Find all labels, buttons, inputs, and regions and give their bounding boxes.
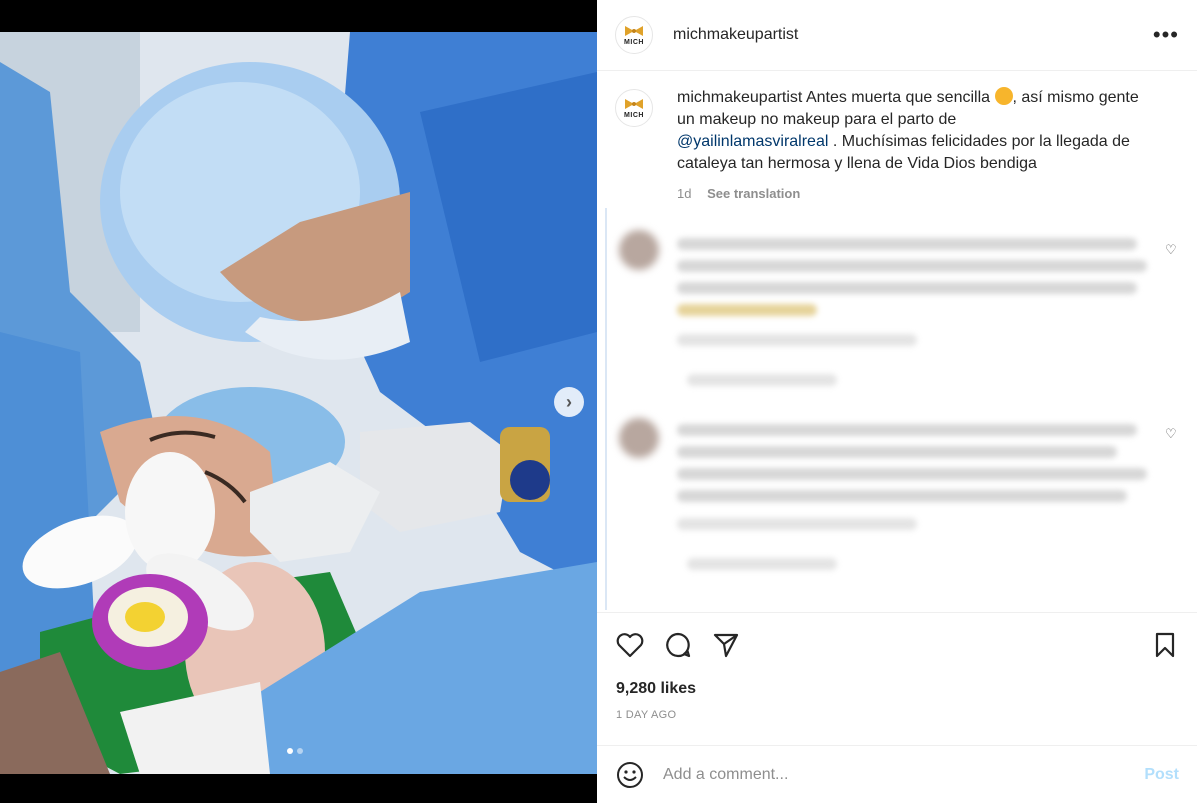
post-header: MICH michmakeupartist ••• bbox=[597, 0, 1197, 71]
post-photo[interactable] bbox=[0, 32, 597, 774]
like-heart-icon[interactable] bbox=[615, 630, 645, 660]
blurred-comment bbox=[677, 282, 1137, 294]
photo-illustration bbox=[0, 32, 597, 774]
carousel-next-button[interactable]: › bbox=[554, 387, 584, 417]
blurred-comment bbox=[677, 304, 817, 316]
comment-like-icon[interactable]: ♡ bbox=[1165, 426, 1177, 442]
blurred-comment bbox=[677, 424, 1137, 436]
mention-link[interactable]: @yailinlamasviralreal bbox=[677, 133, 828, 150]
caption-body: michmakeupartist Antes muerta que sencil… bbox=[677, 87, 1157, 205]
brand-logo-icon bbox=[625, 26, 643, 36]
share-send-icon[interactable] bbox=[711, 630, 741, 660]
blurred-comment bbox=[687, 558, 837, 570]
more-options-icon[interactable]: ••• bbox=[1153, 24, 1179, 46]
carousel-dot bbox=[287, 748, 293, 754]
see-translation-link[interactable]: See translation bbox=[707, 186, 800, 201]
blurred-comment bbox=[677, 518, 917, 530]
blurred-comment bbox=[677, 238, 1137, 250]
username-link[interactable]: michmakeupartist bbox=[673, 26, 798, 44]
action-bar bbox=[597, 612, 1197, 676]
blurred-comment bbox=[677, 334, 917, 346]
blurred-comment bbox=[677, 446, 1117, 458]
blurred-comment bbox=[687, 374, 837, 386]
comment-like-icon[interactable]: ♡ bbox=[1165, 242, 1177, 258]
caption-username[interactable]: michmakeupartist bbox=[677, 89, 802, 106]
comment-input[interactable] bbox=[663, 765, 1123, 784]
caption-avatar[interactable]: MICH bbox=[615, 89, 653, 127]
caption-age: 1d bbox=[677, 186, 692, 201]
carousel-dots bbox=[287, 748, 303, 754]
star-struck-emoji-icon bbox=[994, 87, 1013, 105]
brand-logo-icon bbox=[625, 99, 643, 109]
blurred-comment bbox=[677, 260, 1147, 272]
avatar-text: MICH bbox=[624, 112, 644, 119]
post-media: › bbox=[0, 0, 597, 803]
post-comment-button[interactable]: Post bbox=[1144, 766, 1179, 784]
comments-list: ♡ ♡ bbox=[605, 208, 1185, 610]
comment-bubble-icon[interactable] bbox=[663, 630, 693, 660]
chevron-right-icon: › bbox=[566, 391, 572, 412]
avatar-text: MICH bbox=[624, 39, 644, 46]
likes-count[interactable]: 9,280 likes bbox=[616, 680, 696, 698]
caption: MICH michmakeupartist Antes muerta que s… bbox=[597, 71, 1197, 205]
comment-bar: Post bbox=[597, 745, 1197, 803]
comment-avatar bbox=[619, 418, 659, 458]
comment-avatar bbox=[619, 230, 659, 270]
post-timestamp: 1 DAY AGO bbox=[616, 709, 677, 721]
avatar[interactable]: MICH bbox=[615, 16, 653, 54]
save-bookmark-icon[interactable] bbox=[1150, 630, 1180, 660]
post-panel: MICH michmakeupartist ••• MICH michmakeu… bbox=[597, 0, 1197, 803]
emoji-smiley-icon[interactable] bbox=[615, 760, 645, 790]
blurred-comment bbox=[677, 468, 1147, 480]
caption-meta: 1d See translation bbox=[677, 183, 1157, 205]
carousel-dot bbox=[297, 748, 303, 754]
caption-text: Antes muerta que sencilla bbox=[805, 89, 991, 106]
blurred-comment bbox=[677, 490, 1127, 502]
